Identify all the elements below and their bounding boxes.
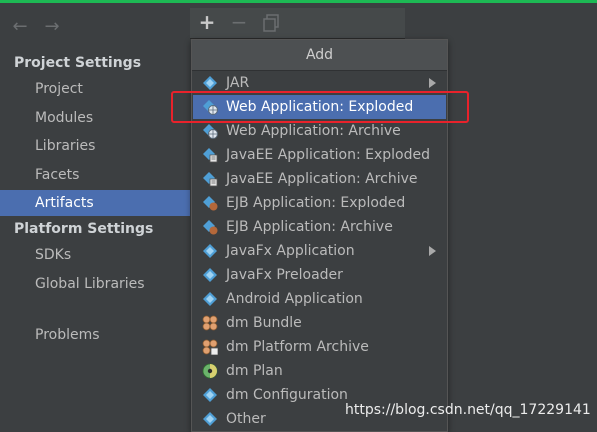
minus-icon[interactable]: −	[228, 10, 250, 34]
ejb-artifact-icon	[203, 196, 218, 211]
dm-platform-icon	[202, 339, 218, 355]
sidebar-item-label: Modules	[35, 110, 94, 126]
arrow-left-icon[interactable]: ←	[10, 17, 30, 37]
menu-item-javafx-preloader[interactable]: JavaFx Preloader	[193, 263, 446, 287]
menu-item-javaee-application-exploded[interactable]: JavaEE Application: Exploded	[193, 143, 446, 167]
artifact-icon	[203, 292, 217, 306]
menu-item-dm-plan[interactable]: dm Plan	[193, 359, 446, 383]
plus-icon[interactable]: +	[196, 10, 218, 34]
menu-item-label: EJB Application: Exploded	[226, 195, 406, 211]
menu-item-label: dm Plan	[226, 363, 283, 379]
menu-item-label: EJB Application: Archive	[226, 219, 393, 235]
sidebar-item-project[interactable]: Project	[0, 76, 190, 102]
submenu-arrow-icon	[429, 78, 436, 88]
menu-item-label: dm Bundle	[226, 315, 302, 331]
sidebar-item-problems[interactable]: Problems	[0, 322, 190, 348]
ejb-artifact-icon	[203, 220, 218, 235]
sidebar-item-global-libraries[interactable]: Global Libraries	[0, 271, 190, 297]
sidebar-item-libraries[interactable]: Libraries	[0, 133, 190, 159]
annotation-highlight-box	[171, 91, 469, 123]
javaee-artifact-icon	[203, 148, 218, 163]
sidebar-item-label: Global Libraries	[35, 276, 145, 292]
menu-item-ejb-application-archive[interactable]: EJB Application: Archive	[193, 215, 446, 239]
sidebar-item-facets[interactable]: Facets	[0, 162, 190, 188]
sidebar-item-artifacts[interactable]: Artifacts	[0, 190, 190, 216]
menu-item-javaee-application-archive[interactable]: JavaEE Application: Archive	[193, 167, 446, 191]
sidebar-item-label: Libraries	[35, 138, 96, 154]
menu-item-dm-platform-archive[interactable]: dm Platform Archive	[193, 335, 446, 359]
sidebar-item-modules[interactable]: Modules	[0, 105, 190, 131]
menu-item-label: dm Configuration	[226, 387, 348, 403]
dm-bundle-icon	[202, 315, 218, 331]
sidebar-item-sdks[interactable]: SDKs	[0, 242, 190, 268]
menu-item-label: JavaEE Application: Exploded	[226, 147, 430, 163]
sidebar-item-label: Facets	[35, 167, 80, 183]
settings-sidebar: ← → Project Settings Project Modules Lib…	[0, 3, 190, 432]
platform-settings-heading: Platform Settings	[14, 221, 154, 237]
project-settings-heading: Project Settings	[14, 55, 142, 71]
menu-item-label: Android Application	[226, 291, 363, 307]
menu-item-label: Other	[226, 411, 266, 427]
menu-item-label: JavaFx Preloader	[226, 267, 343, 283]
menu-item-label: JavaEE Application: Archive	[226, 171, 418, 187]
artifact-icon	[203, 76, 217, 90]
menu-item-label: dm Platform Archive	[226, 339, 369, 355]
menu-item-label: JavaFx Application	[226, 243, 355, 259]
artifact-icon	[203, 412, 217, 426]
popup-title: Add	[192, 40, 447, 71]
sidebar-item-label: Artifacts	[35, 195, 94, 211]
artifact-icon	[203, 268, 217, 282]
watermark-text: https://blog.csdn.net/qq_17229141	[345, 402, 591, 418]
menu-item-dm-bundle[interactable]: dm Bundle	[193, 311, 446, 335]
sidebar-item-label: Problems	[35, 327, 100, 343]
artifacts-toolbar: + −	[190, 8, 405, 39]
artifact-icon	[203, 244, 217, 258]
copy-icon[interactable]	[260, 13, 282, 37]
sidebar-item-label: Project	[35, 81, 83, 97]
nav-buttons: ← →	[10, 17, 62, 41]
javaee-artifact-icon	[203, 172, 218, 187]
submenu-arrow-icon	[429, 246, 436, 256]
arrow-right-icon[interactable]: →	[42, 17, 62, 37]
sidebar-item-label: SDKs	[35, 247, 72, 263]
menu-item-ejb-application-exploded[interactable]: EJB Application: Exploded	[193, 191, 446, 215]
menu-item-android-application[interactable]: Android Application	[193, 287, 446, 311]
dm-configuration-icon	[203, 388, 217, 402]
dm-plan-icon	[202, 363, 218, 379]
web-artifact-icon	[203, 124, 218, 139]
menu-item-javafx-application[interactable]: JavaFx Application	[193, 239, 446, 263]
